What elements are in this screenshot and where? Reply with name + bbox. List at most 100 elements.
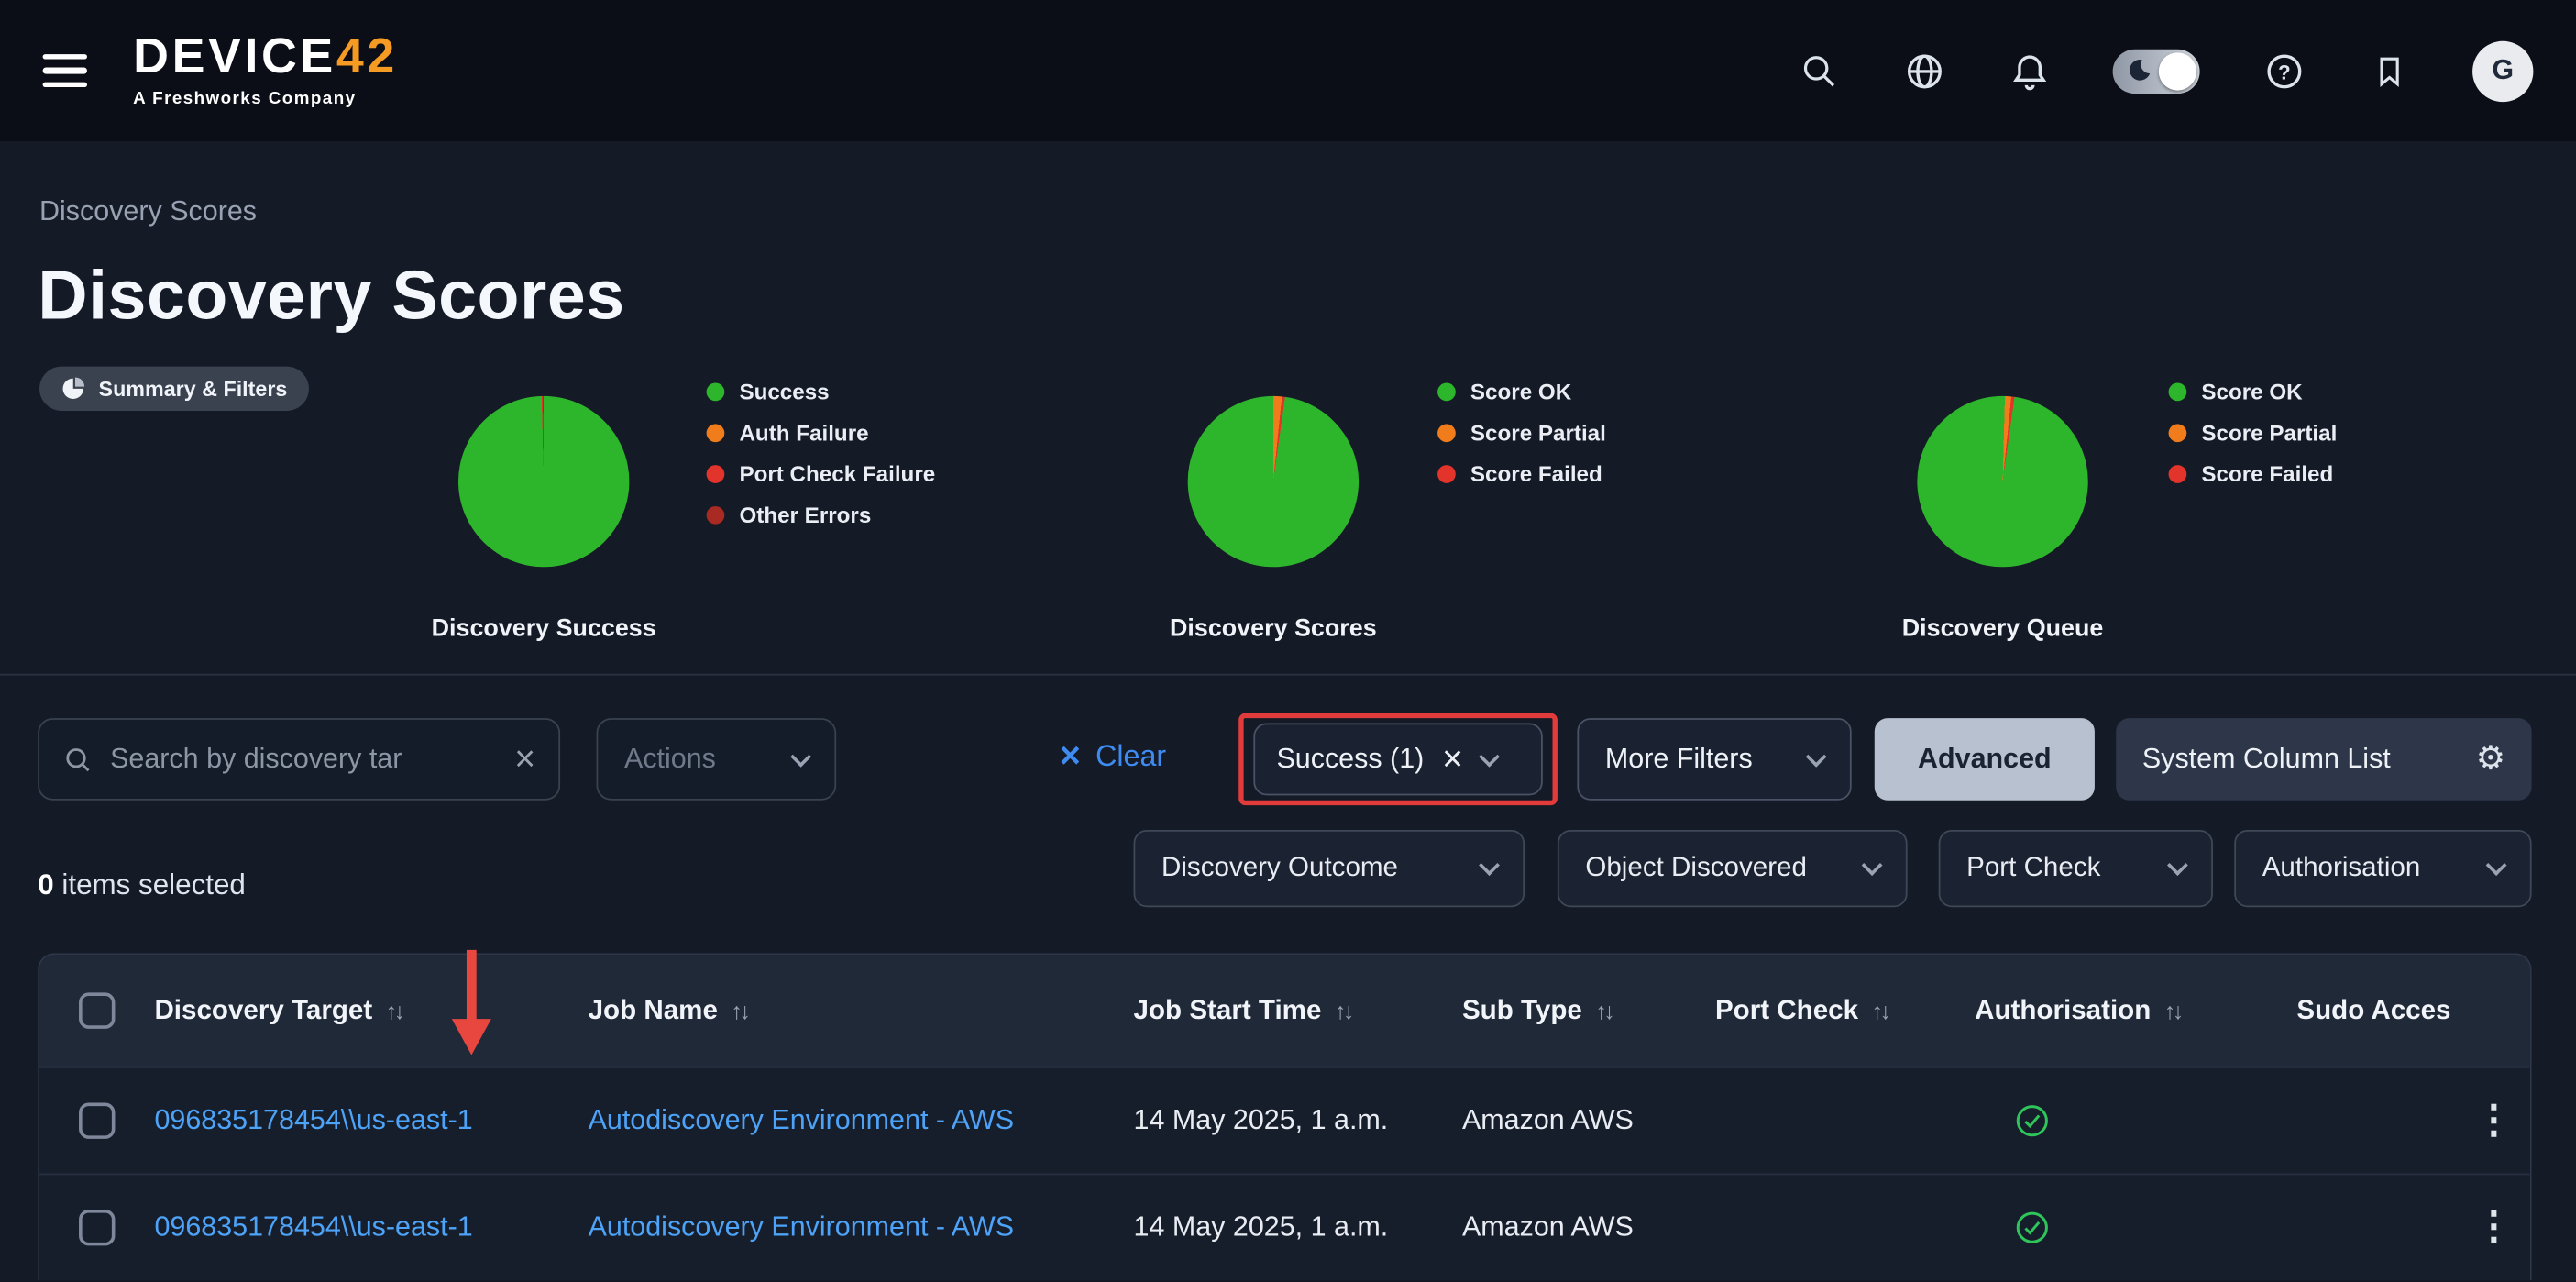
column-label: Sub Type (1462, 995, 1582, 1024)
gear-icon: ⚙ (2476, 743, 2505, 776)
legend-item: Score Partial (1437, 421, 1606, 446)
section-divider (0, 674, 2576, 676)
authorisation-dropdown[interactable]: Authorisation (2234, 830, 2531, 907)
actions-dropdown[interactable]: Actions (597, 718, 837, 801)
row-actions-cell: ⋮ (2458, 1101, 2530, 1141)
discovery-scores-page: DEVICE42 A Freshworks Company ? (0, 0, 2576, 1282)
notifications-bell-icon[interactable] (2008, 50, 2051, 93)
system-column-list-button[interactable]: System Column List ⚙ (2116, 718, 2531, 801)
select-all-checkbox[interactable] (79, 992, 115, 1028)
chevron-down-icon (1479, 855, 1500, 876)
chevron-down-icon (1862, 855, 1883, 876)
column-label: Authorisation (1975, 995, 2151, 1024)
search-icon[interactable] (1798, 50, 1841, 93)
table-row: 096835178454\\us-east-1 Autodiscovery En… (39, 1174, 2530, 1280)
job-name-link[interactable]: Autodiscovery Environment - AWS (589, 1104, 1134, 1137)
chevron-down-icon (2167, 855, 2188, 876)
legend-item: Other Errors (707, 503, 936, 527)
device42-logo[interactable]: DEVICE42 A Freshworks Company (133, 33, 398, 108)
sort-icon[interactable]: ↑↓ (1595, 997, 1612, 1023)
logo-subtitle: A Freshworks Company (133, 89, 398, 109)
chart-title-discovery-scores: Discovery Scores (1093, 614, 1454, 642)
column-header-job-start-time[interactable]: Job Start Time↑↓ (1134, 995, 1462, 1026)
search-input[interactable] (110, 743, 498, 776)
job-start-time-cell: 14 May 2025, 1 a.m. (1134, 1211, 1462, 1244)
legend-item: Auth Failure (707, 421, 936, 446)
more-filters-dropdown[interactable]: More Filters (1577, 718, 1851, 801)
legend-dot (2169, 465, 2187, 483)
row-checkbox-cell (39, 1102, 154, 1138)
table-row: 096835178454\\us-east-1 Autodiscovery En… (39, 1066, 2530, 1173)
search-box: × (38, 718, 560, 801)
row-checkbox[interactable] (79, 1102, 115, 1138)
legend-item: Score OK (2169, 380, 2338, 404)
chart-title-discovery-queue: Discovery Queue (1822, 614, 2183, 642)
discovery-target-link[interactable]: 096835178454\\us-east-1 (154, 1104, 588, 1137)
legend-dot (707, 506, 725, 525)
sort-icon[interactable]: ↑↓ (1871, 997, 1888, 1023)
pie-chart-discovery-success (458, 396, 629, 567)
sort-icon[interactable]: ↑↓ (1335, 997, 1351, 1023)
sort-icon[interactable]: ↑↓ (2164, 997, 2181, 1023)
legend-dot (707, 424, 725, 442)
row-checkbox[interactable] (79, 1210, 115, 1245)
page-title: Discovery Scores (38, 257, 624, 336)
discovery-outcome-dropdown[interactable]: Discovery Outcome (1134, 830, 1525, 907)
svg-text:?: ? (2277, 60, 2290, 83)
pie-chart-discovery-queue (1917, 396, 2087, 567)
logo-text: DEVICE42 (133, 33, 398, 83)
chevron-down-icon (1806, 746, 1827, 767)
kebab-menu-icon[interactable]: ⋮ (2474, 1208, 2514, 1247)
discovery-scores-table: Discovery Target↑↓ Job Name↑↓ Job Start … (38, 953, 2531, 1280)
remove-filter-icon[interactable]: × (1442, 741, 1463, 777)
column-header-sudo-access[interactable]: Sudo Acces (2296, 995, 2458, 1026)
topbar: DEVICE42 A Freshworks Company ? (0, 0, 2576, 141)
advanced-button[interactable]: Advanced (1875, 718, 2095, 801)
authorisation-success-icon (2014, 1210, 2296, 1245)
hamburger-menu-icon[interactable] (43, 54, 87, 88)
more-filters-label: More Filters (1605, 743, 1753, 776)
object-discovered-label: Object Discovered (1585, 853, 1807, 884)
legend-discovery-success: Success Auth Failure Port Check Failure … (707, 380, 936, 527)
selected-label: items selected (61, 868, 245, 901)
column-header-authorisation[interactable]: Authorisation ↑↓ (1975, 995, 2296, 1026)
column-header-job-name[interactable]: Job Name↑↓ (589, 995, 1134, 1026)
column-header-port-check[interactable]: Port Check↑↓ (1715, 995, 1975, 1026)
summary-filters-toggle[interactable]: Summary & Filters (39, 367, 309, 411)
kebab-menu-icon[interactable]: ⋮ (2474, 1101, 2514, 1141)
port-check-dropdown[interactable]: Port Check (1939, 830, 2213, 907)
legend-dot (2169, 383, 2187, 402)
bookmark-icon[interactable] (2367, 50, 2410, 93)
discovery-target-link[interactable]: 096835178454\\us-east-1 (154, 1211, 588, 1244)
port-check-label: Port Check (1966, 853, 2100, 884)
legend-dot (707, 383, 725, 402)
summary-filters-label: Summary & Filters (99, 376, 288, 401)
active-filter-chip-success[interactable]: Success (1) × (1253, 724, 1542, 796)
table-header-row: Discovery Target↑↓ Job Name↑↓ Job Start … (39, 955, 2530, 1066)
legend-dot (2169, 424, 2187, 442)
job-name-link[interactable]: Autodiscovery Environment - AWS (589, 1211, 1134, 1244)
clear-search-icon[interactable]: × (514, 741, 535, 777)
sort-icon[interactable]: ↑↓ (386, 997, 402, 1023)
selection-status: 0 items selected (38, 868, 246, 902)
pie-chart-icon (61, 376, 85, 401)
clear-filters-button[interactable]: × Clear (1060, 738, 1166, 774)
advanced-label: Advanced (1918, 743, 2052, 776)
object-discovered-dropdown[interactable]: Object Discovered (1558, 830, 1908, 907)
sort-icon[interactable]: ↑↓ (731, 997, 747, 1023)
job-start-time-cell: 14 May 2025, 1 a.m. (1134, 1104, 1462, 1137)
help-icon[interactable]: ? (2262, 50, 2306, 93)
legend-item: Score Failed (1437, 462, 1606, 487)
row-actions-cell: ⋮ (2458, 1208, 2530, 1247)
globe-icon[interactable] (1902, 50, 1945, 93)
selected-count: 0 (38, 868, 53, 901)
column-header-sub-type[interactable]: Sub Type ↑↓ (1462, 995, 1715, 1026)
column-header-discovery-target[interactable]: Discovery Target↑↓ (154, 995, 588, 1026)
column-label: Sudo Acces (2296, 995, 2450, 1024)
chart-title-discovery-success: Discovery Success (363, 614, 724, 642)
breadcrumb[interactable]: Discovery Scores (39, 195, 257, 228)
authorisation-label: Authorisation (2262, 853, 2421, 884)
header-checkbox-cell (39, 992, 154, 1028)
user-avatar[interactable]: G (2472, 40, 2533, 101)
dark-mode-toggle[interactable] (2113, 49, 2200, 93)
